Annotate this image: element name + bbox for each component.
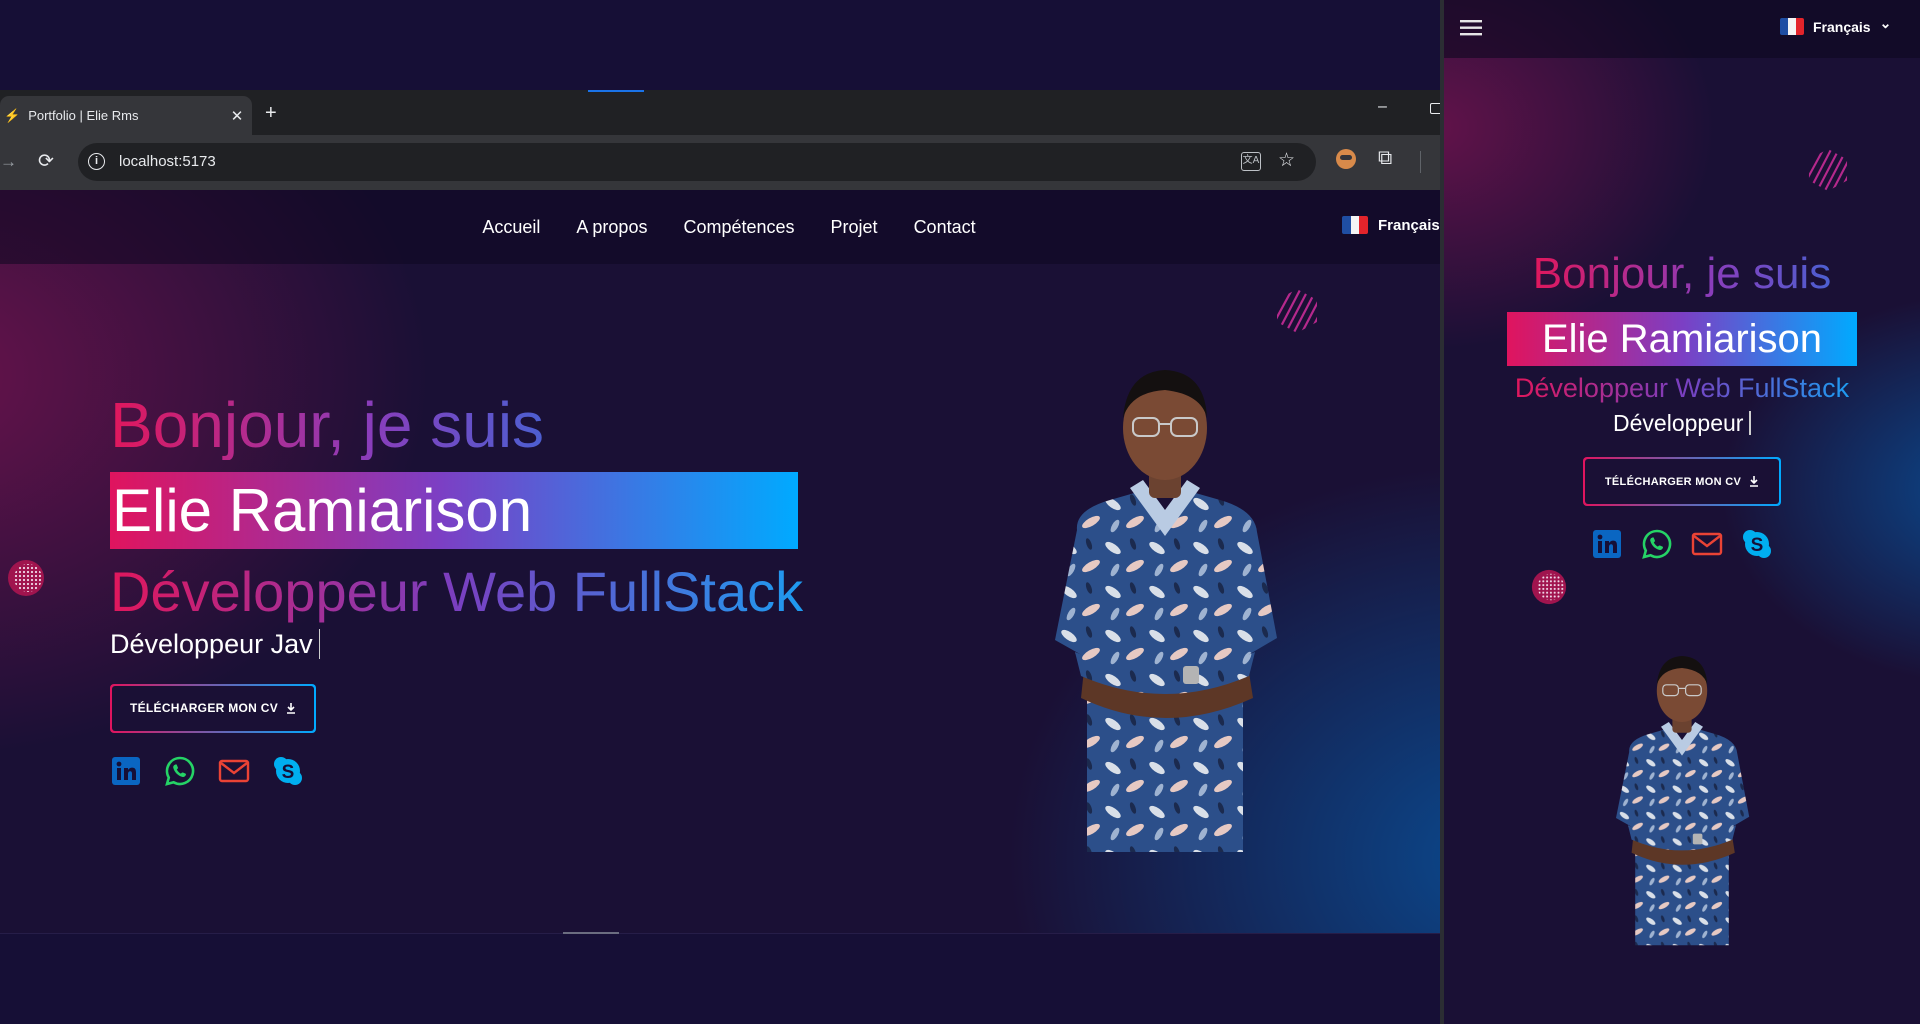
mobile-navbar: Français ⌄ [1444, 0, 1920, 58]
mobile-whatsapp-icon[interactable] [1641, 528, 1673, 560]
mobile-name-text: Elie Ramiarison [1541, 316, 1823, 361]
hero-section: Bonjour, je suis Elie Ramiarison Dévelop… [110, 390, 803, 787]
mail-icon[interactable] [218, 755, 250, 787]
portrait-photo [1055, 370, 1277, 852]
mobile-name-banner: Elie Ramiarison [1507, 312, 1857, 367]
chevron-down-icon: ⌄ [1879, 15, 1892, 31]
vite-icon: ⚡ [4, 107, 21, 123]
download-icon [287, 702, 296, 714]
france-flag-icon [1342, 216, 1368, 234]
mobile-skype-icon[interactable]: S [1741, 528, 1773, 560]
mobile-language-label: Français [1813, 18, 1871, 35]
dotted-circle-icon [8, 560, 44, 596]
browser-window: ⚡ Portfolio | Elie Rms ✕ + – → ⟳ i local… [0, 90, 1440, 933]
nav-contact[interactable]: Contact [914, 217, 976, 238]
close-tab-icon[interactable]: ✕ [222, 107, 252, 125]
cv-button-label: TÉLÉCHARGER MON CV [129, 701, 279, 716]
mobile-cv-button-label: TÉLÉCHARGER MON CV [1604, 475, 1742, 488]
mobile-download-cv-button[interactable]: TÉLÉCHARGER MON CV [1583, 457, 1781, 507]
svg-text:S: S [282, 762, 295, 783]
language-label: Français [1378, 216, 1440, 234]
tab-strip: ⚡ Portfolio | Elie Rms ✕ + – [0, 90, 1440, 135]
translate-icon[interactable]: 文A [1241, 152, 1261, 171]
scroll-indicator [563, 932, 619, 934]
name-text: Elie Ramiarison [112, 477, 533, 545]
new-tab-button[interactable]: + [265, 102, 277, 125]
mobile-typing-caret [1749, 411, 1751, 436]
typed-role: Développeur Jav [110, 628, 803, 660]
mobile-hexagon-stripes-icon [1808, 148, 1848, 192]
name-banner: Elie Ramiarison [110, 472, 798, 550]
loading-accent [588, 90, 644, 92]
url-text[interactable]: localhost:5173 [119, 153, 216, 170]
social-links: S [110, 755, 803, 787]
whatsapp-icon[interactable] [164, 755, 196, 787]
page-bottom-line [0, 933, 1440, 934]
portfolio-page: Accueil A propos Compétences Projet Cont… [0, 190, 1440, 933]
hexagon-stripes-icon [1277, 289, 1317, 333]
nav-competences[interactable]: Compétences [683, 217, 794, 238]
extensions-puzzle-icon[interactable]: ⧉ [1378, 147, 1392, 170]
tab-title: Portfolio | Elie Rms [28, 108, 139, 123]
extension-avatar-icon[interactable] [1336, 149, 1356, 169]
toolbar-divider [1420, 151, 1421, 173]
mobile-france-flag-icon [1780, 18, 1804, 35]
language-selector[interactable]: Français [1342, 216, 1440, 234]
site-info-icon[interactable]: i [88, 153, 105, 170]
linkedin-icon[interactable] [110, 755, 142, 787]
mobile-linkedin-icon[interactable] [1591, 528, 1623, 560]
nav-a-propos[interactable]: A propos [576, 217, 647, 238]
mobile-typed-text: Développeur [1613, 410, 1744, 437]
mobile-download-icon [1750, 476, 1759, 487]
greeting-text: Bonjour, je suis [110, 389, 545, 461]
mobile-role-text: Développeur Web FullStack [1514, 373, 1850, 404]
download-cv-button[interactable]: TÉLÉCHARGER MON CV [110, 683, 316, 733]
mobile-social-links: S [1591, 528, 1773, 560]
bookmark-star-icon[interactable]: ☆ [1278, 149, 1295, 172]
mobile-portrait-photo [1616, 656, 1750, 946]
mobile-preview: Français ⌄ Bonjour, je suis Elie Ramiari… [1444, 0, 1920, 1024]
mobile-hero: Bonjour, je suis Elie Ramiarison Dévelop… [1444, 249, 1920, 560]
mobile-dotted-circle-icon [1531, 569, 1567, 605]
site-navbar: Accueil A propos Compétences Projet Cont… [0, 190, 1440, 264]
mobile-greeting-text: Bonjour, je suis [1532, 249, 1832, 298]
maximize-button[interactable] [1430, 103, 1440, 114]
hamburger-icon[interactable] [1460, 19, 1482, 37]
mobile-typed-role: Développeur [1613, 410, 1751, 437]
forward-icon[interactable]: → [0, 152, 17, 172]
mobile-language-selector[interactable]: Français ⌄ [1780, 15, 1892, 35]
minimize-button[interactable]: – [1378, 98, 1387, 116]
svg-text:S: S [1751, 535, 1764, 556]
address-bar[interactable]: i localhost:5173 文A ☆ [78, 143, 1316, 181]
mobile-mail-icon[interactable] [1691, 528, 1723, 560]
tab-portfolio[interactable]: ⚡ Portfolio | Elie Rms ✕ [0, 96, 252, 135]
reload-icon[interactable]: ⟳ [38, 150, 54, 173]
skype-icon[interactable]: S [272, 755, 304, 787]
nav-projet[interactable]: Projet [831, 217, 878, 238]
typed-text: Développeur Jav [110, 628, 313, 659]
typing-caret [318, 628, 321, 659]
browser-toolbar: → ⟳ i localhost:5173 文A ☆ ⧉ [0, 135, 1440, 190]
nav-accueil[interactable]: Accueil [482, 217, 540, 238]
role-text: Développeur Web FullStack [110, 560, 804, 624]
